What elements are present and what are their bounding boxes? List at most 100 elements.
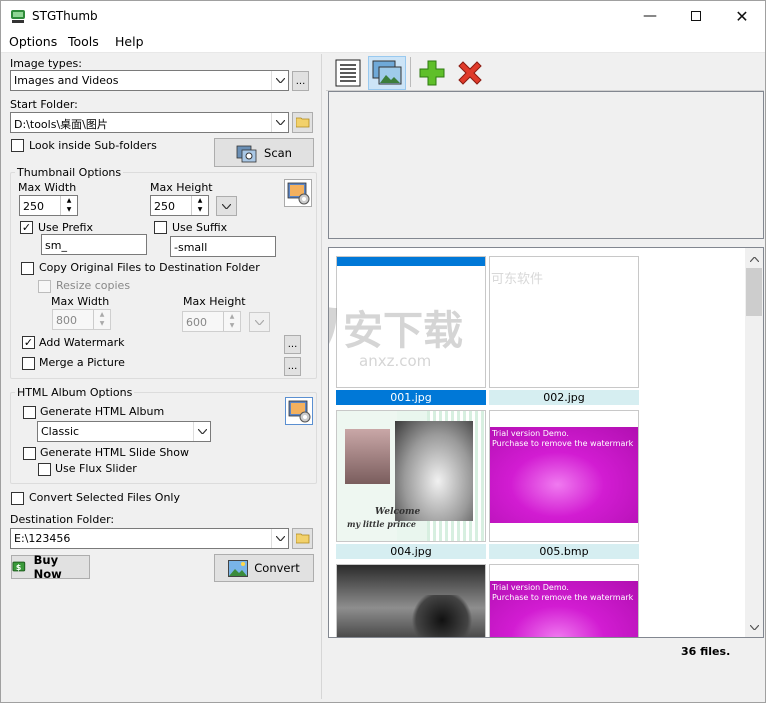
vertical-scrollbar[interactable] (745, 248, 763, 637)
chevron-down-icon[interactable] (271, 529, 288, 548)
buy-now-button[interactable]: $ Buy Now (11, 553, 90, 581)
prefix-value: sm_ (45, 239, 67, 252)
remove-button[interactable] (454, 57, 486, 89)
use-prefix-label: Use Prefix (38, 221, 93, 234)
thumbnail-item[interactable]: Trial version Demo. Purchase to remove t… (489, 564, 639, 637)
preview-panel (328, 91, 764, 239)
image-types-more-button[interactable]: ... (292, 71, 309, 91)
thumbnails-panel: 001.jpg 可东软件 002.jpg Welcome my little p… (328, 247, 764, 638)
add-watermark-label: Add Watermark (39, 336, 125, 349)
copy-max-height-stepper[interactable]: ▲ ▼ (223, 312, 240, 331)
thumbnails-icon (372, 60, 402, 85)
cart-icon: $ (12, 561, 26, 572)
window-title: STGThumb (32, 9, 98, 23)
folder-icon (295, 117, 309, 128)
dest-folder-combo[interactable]: E:\123456 (10, 528, 289, 549)
file-count-status: 36 files. (681, 645, 731, 658)
max-height-stepper[interactable]: ▲ ▼ (191, 196, 208, 215)
image-types-combo[interactable]: Images and Videos (10, 70, 289, 91)
copy-max-width-stepper[interactable]: ▲ ▼ (93, 310, 110, 329)
add-watermark-checkbox[interactable]: ✓ (22, 336, 35, 349)
thumbnail-item[interactable] (336, 564, 486, 637)
start-folder-combo[interactable]: D:\tools\桌面\图片 (10, 112, 289, 133)
chevron-down-icon (255, 319, 264, 325)
chevron-down-icon (222, 203, 231, 209)
max-height-input[interactable]: 250 ▲ ▼ (150, 195, 209, 216)
thumbnail-image: 可东软件 (489, 256, 639, 388)
thumbnail-item[interactable]: 可东软件 002.jpg (489, 256, 639, 406)
html-settings-icon (288, 400, 311, 423)
thumbnail-image: Trial version Demo. Purchase to remove t… (489, 410, 639, 542)
scroll-up-arrow-icon[interactable] (745, 252, 763, 266)
splitter[interactable] (321, 54, 322, 699)
copy-size-preset-dropdown[interactable] (249, 312, 270, 332)
welcome-text: Welcome (375, 507, 421, 517)
app-window: STGThumb — ✕ Options Tools Help Image ty… (0, 0, 766, 703)
merge-more-button[interactable]: ... (284, 357, 301, 376)
dest-folder-value: E:\123456 (14, 532, 71, 545)
shield-logo-icon (329, 307, 337, 344)
image-settings-icon (287, 182, 310, 205)
resize-copies-checkbox[interactable] (38, 280, 51, 293)
thumbnail-view-button[interactable] (368, 56, 406, 90)
use-prefix-checkbox[interactable]: ✓ (20, 221, 33, 234)
menu-tools[interactable]: Tools (68, 34, 99, 49)
max-width-input[interactable]: 250 ▲ ▼ (19, 195, 78, 216)
flux-slider-label: Use Flux Slider (55, 462, 137, 475)
convert-button[interactable]: Convert (214, 554, 314, 582)
maximize-button[interactable] (673, 1, 719, 31)
menu-options[interactable]: Options (9, 34, 57, 49)
list-icon (335, 59, 361, 87)
chevron-down-icon[interactable] (271, 113, 288, 132)
html-settings-button[interactable] (285, 397, 313, 425)
overlay-logo-text: 安下载 (343, 308, 463, 354)
size-preset-dropdown[interactable] (216, 196, 237, 216)
plus-icon (419, 60, 445, 86)
watermark-more-button[interactable]: ... (284, 335, 301, 354)
start-folder-value: D:\tools\桌面\图片 (14, 118, 108, 131)
merge-picture-checkbox[interactable] (22, 357, 35, 370)
scan-button[interactable]: Scan (214, 138, 314, 167)
copy-max-height-input[interactable]: 600 ▲ ▼ (182, 311, 241, 332)
thumbnail-caption: 005.bmp (489, 544, 639, 559)
prefix-input[interactable]: sm_ (41, 234, 147, 255)
html-album-title: HTML Album Options (15, 386, 135, 399)
toolbar (326, 53, 764, 91)
look-inside-checkbox[interactable] (11, 139, 24, 152)
thumbnail-item[interactable]: Welcome my little prince 004.jpg (336, 410, 486, 560)
generate-slideshow-checkbox[interactable] (23, 447, 36, 460)
max-width-stepper[interactable]: ▲ ▼ (60, 196, 77, 215)
buy-now-label: Buy Now (33, 553, 62, 581)
chevron-down-icon[interactable] (271, 71, 288, 90)
close-button[interactable]: ✕ (719, 1, 765, 31)
chevron-down-icon[interactable] (193, 422, 210, 441)
copy-max-width-input[interactable]: 800 ▲ ▼ (52, 309, 111, 330)
flux-slider-checkbox[interactable] (38, 463, 51, 476)
convert-selected-checkbox[interactable] (11, 492, 24, 505)
copy-original-checkbox[interactable] (21, 262, 34, 275)
browse-start-folder-button[interactable] (292, 112, 313, 133)
minimize-button[interactable]: — (627, 1, 673, 31)
picture-icon (228, 559, 249, 577)
trial-text: Trial version Demo. (492, 429, 569, 438)
thumbnail-settings-button[interactable] (284, 179, 312, 207)
add-button[interactable] (416, 57, 448, 89)
convert-selected-label: Convert Selected Files Only (29, 491, 181, 504)
title-bar: STGThumb — ✕ (1, 1, 765, 31)
max-height-value: 250 (154, 200, 175, 213)
generate-html-checkbox[interactable] (23, 406, 36, 419)
trial-text: Trial version Demo. (492, 583, 569, 592)
generate-html-label: Generate HTML Album (40, 405, 165, 418)
suffix-input[interactable]: -small (170, 236, 276, 257)
browse-dest-folder-button[interactable] (292, 528, 313, 549)
html-style-combo[interactable]: Classic (37, 421, 211, 442)
menu-help[interactable]: Help (115, 34, 144, 49)
watermark-text: 可东软件 (491, 272, 544, 287)
list-view-button[interactable] (331, 56, 365, 90)
use-suffix-checkbox[interactable] (154, 221, 167, 234)
scroll-down-arrow-icon[interactable] (745, 620, 763, 634)
purchase-text: Purchase to remove the watermark (492, 439, 634, 448)
copy-original-label: Copy Original Files to Destination Folde… (39, 261, 260, 274)
scroll-thumb[interactable] (746, 268, 762, 316)
thumbnail-item[interactable]: Trial version Demo. Purchase to remove t… (489, 410, 639, 560)
